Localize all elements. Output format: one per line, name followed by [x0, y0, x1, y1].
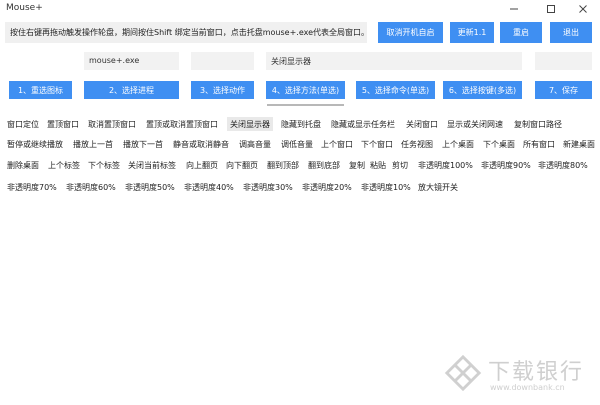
action-item[interactable]: 非透明度30% [243, 180, 293, 194]
action-item[interactable]: 下个窗口 [361, 137, 393, 151]
watermark-text: 下载银行 [488, 360, 585, 385]
action-item[interactable]: 删除桌面 [7, 158, 39, 172]
action-item[interactable]: 关闭当前标签 [128, 158, 176, 172]
action-item[interactable]: 窗口定位 [7, 117, 39, 131]
action-item[interactable]: 播放下一首 [123, 137, 163, 151]
action-item[interactable]: 非透明度40% [184, 180, 234, 194]
app-title: Mouse+ [6, 3, 43, 13]
minimize-button[interactable] [497, 0, 531, 18]
action-item-selected[interactable]: 关闭显示器 [227, 117, 273, 131]
close-icon [579, 5, 587, 13]
maximize-icon [547, 5, 555, 13]
action-item[interactable]: 所有窗口 [523, 137, 555, 151]
action-item[interactable]: 非透明度60% [66, 180, 116, 194]
watermark: 下载银行 www.downbank.cn [444, 352, 594, 400]
maximize-button[interactable] [534, 0, 568, 18]
step-select-keys-button[interactable]: 6、选择按键(多选) [443, 81, 522, 99]
step-select-action-button[interactable]: 3、选择动作 [191, 81, 254, 99]
action-item[interactable]: 翻到底部 [308, 158, 340, 172]
action-item[interactable]: 复制窗口路径 [514, 117, 562, 131]
action-item[interactable]: 放大镜开关 [418, 180, 458, 194]
action-item[interactable]: 播放上一首 [73, 137, 113, 151]
minimize-icon [510, 8, 518, 10]
action-item[interactable]: 显示或关闭网速 [447, 117, 503, 131]
action-item[interactable]: 翻到顶部 [267, 158, 299, 172]
step-reselect-icon-button[interactable]: 1、重选图标 [9, 81, 72, 99]
restart-button[interactable]: 重启 [500, 22, 542, 43]
action-item[interactable]: 非透明度10% [361, 180, 411, 194]
action-item[interactable]: 复制 [349, 158, 365, 172]
action-item[interactable]: 向下翻页 [226, 158, 258, 172]
action-item[interactable]: 下个标签 [88, 158, 120, 172]
action-item[interactable]: 向上翻页 [186, 158, 218, 172]
exit-button[interactable]: 退出 [550, 22, 592, 43]
action-item[interactable]: 置顶或取消置顶窗口 [146, 117, 218, 131]
hint-text: 按住右键再拖动触发操作轮盘，期间按住Shift 绑定当前窗口，点击托盘mouse… [5, 22, 367, 43]
close-button[interactable] [566, 0, 600, 18]
action-item[interactable]: 置顶窗口 [47, 117, 79, 131]
action-item[interactable]: 新建桌面 [563, 137, 595, 151]
downbank-logo-icon [444, 354, 482, 392]
step-select-command-button[interactable]: 5、选择命令(单选) [356, 81, 435, 99]
cancel-autostart-button[interactable]: 取消开机自启 [378, 22, 443, 43]
action-item[interactable]: 隐藏到托盘 [281, 117, 321, 131]
action-item[interactable]: 非透明度70% [7, 180, 57, 194]
step-save-button[interactable]: 7、保存 [535, 81, 592, 99]
action-field[interactable] [191, 52, 254, 70]
action-item[interactable]: 粘贴 [370, 158, 386, 172]
action-item[interactable]: 上个桌面 [442, 137, 474, 151]
action-item[interactable]: 剪切 [392, 158, 408, 172]
step-select-process-button[interactable]: 2、选择进程 [84, 81, 179, 99]
action-item[interactable]: 非透明度50% [125, 180, 175, 194]
action-item[interactable]: 下个桌面 [483, 137, 515, 151]
key-field[interactable] [535, 52, 592, 70]
action-item[interactable]: 上个标签 [48, 158, 80, 172]
process-field[interactable]: mouse+.exe [84, 52, 179, 70]
action-item[interactable]: 取消置顶窗口 [88, 117, 136, 131]
update-button[interactable]: 更新1.1 [450, 22, 494, 43]
watermark-url: www.downbank.cn [490, 383, 565, 392]
active-step-indicator [267, 104, 344, 106]
action-item[interactable]: 静音或取消静音 [173, 137, 229, 151]
action-item[interactable]: 关闭窗口 [406, 117, 438, 131]
action-item[interactable]: 任务视图 [401, 137, 433, 151]
action-item[interactable]: 调低音量 [281, 137, 313, 151]
action-item[interactable]: 非透明度20% [302, 180, 352, 194]
action-item[interactable]: 非透明度90% [481, 158, 531, 172]
action-item[interactable]: 隐藏或显示任务栏 [331, 117, 395, 131]
step-select-method-button[interactable]: 4、选择方法(单选) [266, 81, 345, 99]
action-item[interactable]: 非透明度80% [538, 158, 588, 172]
title-bar: Mouse+ [0, 0, 600, 18]
action-item[interactable]: 非透明度100% [418, 158, 473, 172]
action-item[interactable]: 暂停或继续播放 [7, 137, 63, 151]
action-item[interactable]: 调高音量 [239, 137, 271, 151]
method-field[interactable]: 关闭显示器 [266, 52, 522, 70]
action-item[interactable]: 上个窗口 [321, 137, 353, 151]
